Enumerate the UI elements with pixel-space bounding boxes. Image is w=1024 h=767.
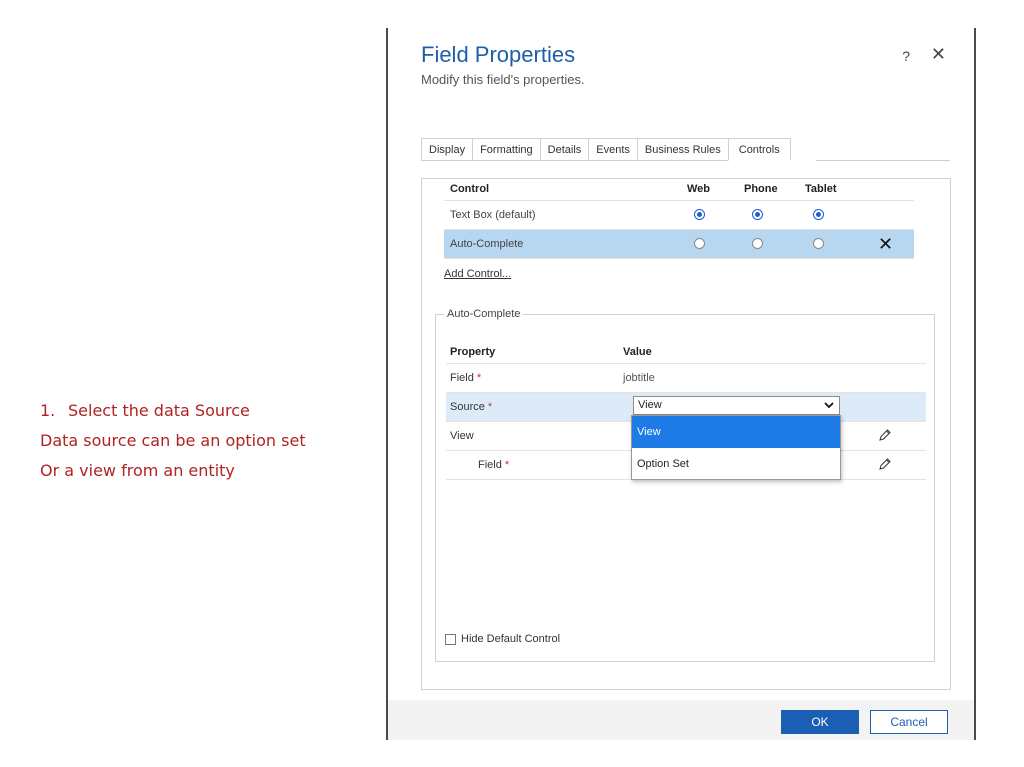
controls-table-header: Control Web Phone Tablet <box>444 178 914 201</box>
tablet-radio[interactable] <box>813 238 824 249</box>
dialog-subtitle: Modify this field's properties. <box>421 72 585 87</box>
web-radio[interactable] <box>694 209 705 220</box>
tab-display[interactable]: Display <box>421 138 473 161</box>
group-legend: Auto-Complete <box>444 308 524 320</box>
add-control-link[interactable]: Add Control... <box>444 268 511 280</box>
source-dropdown-list: View Option Set <box>631 415 841 480</box>
control-row-text-box[interactable]: Text Box (default) <box>444 201 914 230</box>
ok-button[interactable]: OK <box>781 710 859 734</box>
hide-default-label: Hide Default Control <box>461 633 561 645</box>
annotation-line-3: Or a view from an entity <box>40 461 235 480</box>
dropdown-option-option-set[interactable]: Option Set <box>632 448 840 480</box>
tab-controls[interactable]: Controls <box>727 138 791 161</box>
property-name: Field * <box>478 451 509 479</box>
header-value: Value <box>623 346 652 358</box>
annotation-step-text: Select the data Source <box>68 401 250 420</box>
property-label: Field <box>478 459 502 471</box>
property-label: Field <box>450 372 474 384</box>
annotation-step: 1. Select the data Source <box>40 396 306 426</box>
auto-complete-group: Auto-Complete Property Value Field * jobt… <box>435 308 935 662</box>
close-button[interactable]: ✕ <box>931 44 946 65</box>
remove-control-close-icon[interactable]: ✕ <box>878 230 893 258</box>
header-phone: Phone <box>744 183 778 195</box>
dropdown-option-view[interactable]: View <box>632 416 840 448</box>
tab-formatting[interactable]: Formatting <box>472 138 540 161</box>
header-web: Web <box>687 183 711 195</box>
chevron-down-icon <box>824 402 834 409</box>
source-select[interactable]: View <box>633 396 840 415</box>
tab-business-rules[interactable]: Business Rules <box>636 138 728 161</box>
tab-bar: Display Formatting Details Events Busine… <box>421 138 791 161</box>
hide-default-control[interactable]: Hide Default Control <box>445 633 560 645</box>
tab-events[interactable]: Events <box>588 138 637 161</box>
pencil-icon[interactable] <box>878 428 892 442</box>
control-row-auto-complete[interactable]: Auto-Complete ✕ <box>444 230 914 259</box>
header-tablet: Tablet <box>805 183 837 195</box>
dialog-title: Field Properties <box>421 42 576 67</box>
source-select-value: View <box>638 399 662 411</box>
phone-radio[interactable] <box>752 238 763 249</box>
phone-radio[interactable] <box>752 209 763 220</box>
properties-table-header: Property Value <box>446 341 926 364</box>
property-value: jobtitle <box>623 372 655 384</box>
pencil-icon[interactable] <box>878 457 892 471</box>
cancel-button[interactable]: Cancel <box>870 710 948 734</box>
annotation-note: 1. Select the data Source Data source can… <box>40 396 306 486</box>
header-property: Property <box>450 346 496 358</box>
control-name: Text Box (default) <box>450 209 536 221</box>
tablet-radio[interactable] <box>813 209 824 220</box>
control-name: Auto-Complete <box>450 238 524 250</box>
dialog-footer: OK Cancel <box>388 700 974 740</box>
tab-bar-divider <box>816 160 950 161</box>
required-marker: * <box>487 401 493 413</box>
annotation-line-2: Data source can be an option set <box>40 431 306 450</box>
hide-default-checkbox[interactable] <box>445 633 456 645</box>
required-marker: * <box>504 459 510 471</box>
annotation-step-number: 1. <box>40 401 56 420</box>
property-name: Source * <box>450 393 492 421</box>
property-label: View <box>450 430 474 442</box>
property-row-field: Field * jobtitle <box>446 364 926 393</box>
controls-table: Control Web Phone Tablet Text Box (defau… <box>444 178 914 259</box>
property-label: Source <box>450 401 485 413</box>
web-radio[interactable] <box>694 238 705 249</box>
header-control: Control <box>450 183 490 195</box>
help-button[interactable]: ? <box>902 48 910 64</box>
property-name: Field * <box>450 364 481 392</box>
field-properties-dialog: Field Properties Modify this field's pro… <box>386 28 976 740</box>
required-marker: * <box>476 372 482 384</box>
tab-details[interactable]: Details <box>539 138 589 161</box>
